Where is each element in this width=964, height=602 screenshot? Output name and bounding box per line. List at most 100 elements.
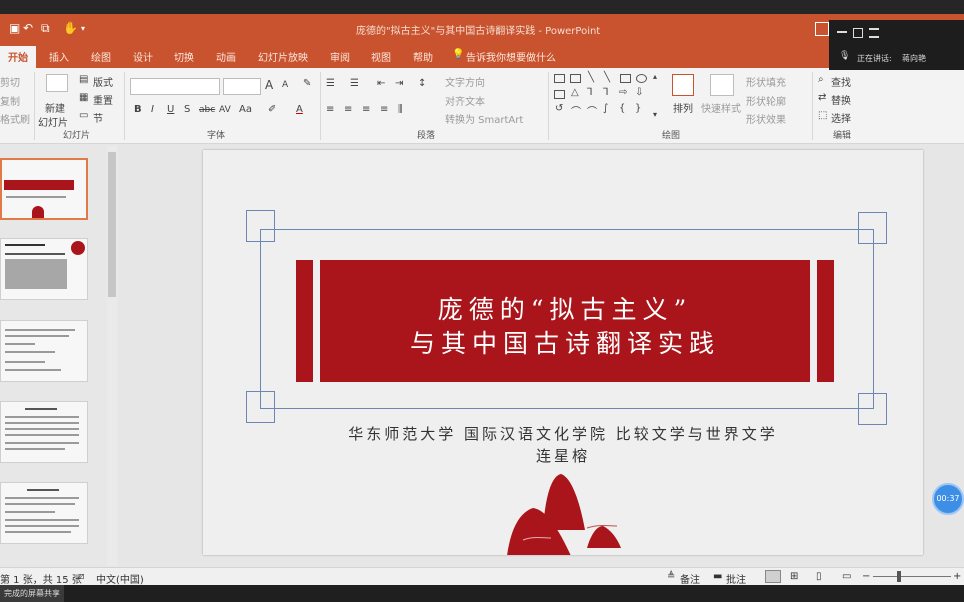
curve-shape-icon[interactable]: ⌒ <box>571 103 581 118</box>
arrow-shape-icon[interactable]: ⇩ <box>635 87 643 98</box>
reading-view-icon[interactable]: ▯ <box>816 571 822 582</box>
select-button[interactable]: 选择 <box>831 110 851 125</box>
italic-button[interactable]: I <box>151 104 154 115</box>
zoom-slider[interactable] <box>873 576 951 577</box>
highlight-icon[interactable]: ✐ <box>268 104 276 115</box>
zoom-out-icon[interactable]: − <box>862 571 870 582</box>
rectangle-shape-icon[interactable] <box>554 90 565 99</box>
align-center-icon[interactable]: ≡ <box>344 104 352 115</box>
tab-animations[interactable]: 动画 <box>216 49 236 64</box>
tab-view[interactable]: 视图 <box>371 49 391 64</box>
customize-quick-access-icon[interactable]: ▾ <box>81 24 85 33</box>
tab-draw[interactable]: 绘图 <box>91 49 111 64</box>
menu-icon[interactable] <box>869 28 879 38</box>
taskbar-item[interactable]: 完成的屏幕共享 <box>0 585 64 602</box>
increase-indent-icon[interactable]: ⇥ <box>395 78 403 89</box>
undo-icon[interactable]: ↶ <box>23 21 33 35</box>
accessibility-icon[interactable]: ⧄ <box>78 571 84 582</box>
normal-view-button[interactable] <box>765 570 781 583</box>
align-right-icon[interactable]: ≡ <box>362 104 370 115</box>
slideshow-view-icon[interactable]: ▭ <box>842 571 851 582</box>
triangle-shape-icon[interactable]: △ <box>571 87 579 98</box>
quick-styles-icon[interactable] <box>710 74 734 96</box>
bullets-icon[interactable]: ☰ <box>326 78 335 89</box>
language-status[interactable]: 中文(中国) <box>96 571 144 586</box>
bold-button[interactable]: B <box>134 104 142 115</box>
slide-sorter-icon[interactable]: ⊞ <box>790 571 798 582</box>
slide-thumbnail[interactable] <box>0 238 88 300</box>
layout-button[interactable]: 版式 <box>93 74 113 89</box>
minimize-icon[interactable] <box>837 31 847 33</box>
cut-button[interactable]: 剪切 <box>0 74 20 89</box>
slide-thumbnail[interactable] <box>0 401 88 463</box>
line-shape-icon[interactable]: ╲ <box>588 72 594 83</box>
new-slide-button[interactable]: 新建 <box>45 100 65 115</box>
tab-help[interactable]: 帮助 <box>413 49 433 64</box>
connector-shape-icon[interactable]: ⅂ <box>603 87 609 98</box>
slide-thumbnail[interactable] <box>0 482 88 544</box>
slide-thumbnail[interactable] <box>0 158 88 220</box>
gallery-scroll-icon[interactable]: ▴ <box>653 72 657 81</box>
gallery-more-icon[interactable]: ▾ <box>653 110 657 119</box>
replace-button[interactable]: 替换 <box>831 92 851 107</box>
shape-effects-button[interactable]: 形状效果 <box>746 111 786 126</box>
change-case-button[interactable]: Aa <box>239 104 252 115</box>
columns-icon[interactable]: ⫼ <box>398 104 403 115</box>
tab-home[interactable]: 开始 <box>0 46 36 68</box>
comments-button[interactable]: 批注 <box>726 571 746 586</box>
textbox-shape-icon[interactable] <box>554 74 565 83</box>
align-text-button[interactable]: 对齐文本 <box>445 93 485 108</box>
window-icon[interactable] <box>853 28 863 38</box>
tab-review[interactable]: 审阅 <box>330 49 350 64</box>
font-color-button[interactable]: A <box>296 104 303 115</box>
find-button[interactable]: 查找 <box>831 74 851 89</box>
rectangle-shape-icon[interactable] <box>620 74 631 83</box>
decrease-indent-icon[interactable]: ⇤ <box>377 78 385 89</box>
font-name-field[interactable] <box>130 78 220 95</box>
recording-timer[interactable]: 00:37 <box>932 483 964 515</box>
arrange-icon[interactable] <box>672 74 694 96</box>
curve-shape-icon[interactable]: ↺ <box>555 103 563 114</box>
tab-transitions[interactable]: 切换 <box>174 49 194 64</box>
connector-shape-icon[interactable]: ⅂ <box>587 87 593 98</box>
character-spacing-button[interactable]: AV <box>219 105 231 115</box>
tab-slideshow[interactable]: 幻灯片放映 <box>258 49 308 64</box>
shadow-button[interactable]: S <box>184 104 190 115</box>
shapes-gallery[interactable]: ╲ ╲ △ ⅂ ⅂ ⇨ ⇩ ↺ ⌒ ⌒ ∫ { } ▴ ▾ <box>552 72 662 126</box>
scroll-thumb[interactable] <box>108 152 116 297</box>
tab-insert[interactable]: 插入 <box>49 49 69 64</box>
tab-design[interactable]: 设计 <box>133 49 153 64</box>
arrow-shape-icon[interactable]: ⇨ <box>619 87 627 98</box>
slide-canvas[interactable]: 庞德的“拟古主义” 与其中国古诗翻译实践 华东师范大学 国际汉语文化学院 比较文… <box>203 150 923 555</box>
align-left-icon[interactable]: ≡ <box>326 104 334 115</box>
format-painter-button[interactable]: 格式刷 <box>0 111 30 126</box>
strikethrough-button[interactable]: abc <box>199 105 215 115</box>
reset-button[interactable]: 重置 <box>93 92 113 107</box>
grow-font-button[interactable]: A <box>265 78 273 92</box>
clear-formatting-icon[interactable]: ✎ <box>303 78 311 89</box>
new-slide-icon[interactable] <box>46 74 68 92</box>
line-shape-icon[interactable]: ╲ <box>604 72 610 83</box>
curve-shape-icon[interactable]: ⌒ <box>587 103 597 118</box>
save-icon[interactable]: ▣ <box>9 21 20 35</box>
section-button[interactable]: 节 <box>93 110 103 125</box>
touch-mode-icon[interactable]: ✋ <box>63 21 78 35</box>
oval-shape-icon[interactable] <box>636 74 647 83</box>
slide-thumbnail[interactable] <box>0 320 88 382</box>
text-direction-button[interactable]: 文字方向 <box>445 74 485 89</box>
zoom-slider-thumb[interactable] <box>897 571 901 582</box>
zoom-in-icon[interactable]: + <box>953 571 961 582</box>
underline-button[interactable]: U <box>167 104 174 115</box>
new-slide-button-label[interactable]: 幻灯片 <box>38 114 68 129</box>
numbering-icon[interactable]: ☰ <box>350 78 359 89</box>
brace-shape-icon[interactable]: { <box>619 103 625 114</box>
quick-styles-button[interactable]: 快速样式 <box>701 100 741 115</box>
brace-shape-icon[interactable]: } <box>635 103 641 114</box>
shape-outline-button[interactable]: 形状轮廓 <box>746 93 786 108</box>
ribbon-display-options-icon[interactable] <box>815 22 829 36</box>
justify-icon[interactable]: ≡ <box>380 104 388 115</box>
line-spacing-icon[interactable]: ↕ <box>418 78 426 89</box>
copy-button[interactable]: 复制 <box>0 93 20 108</box>
textbox-shape-icon[interactable] <box>570 74 581 83</box>
notes-button[interactable]: 备注 <box>680 571 700 586</box>
